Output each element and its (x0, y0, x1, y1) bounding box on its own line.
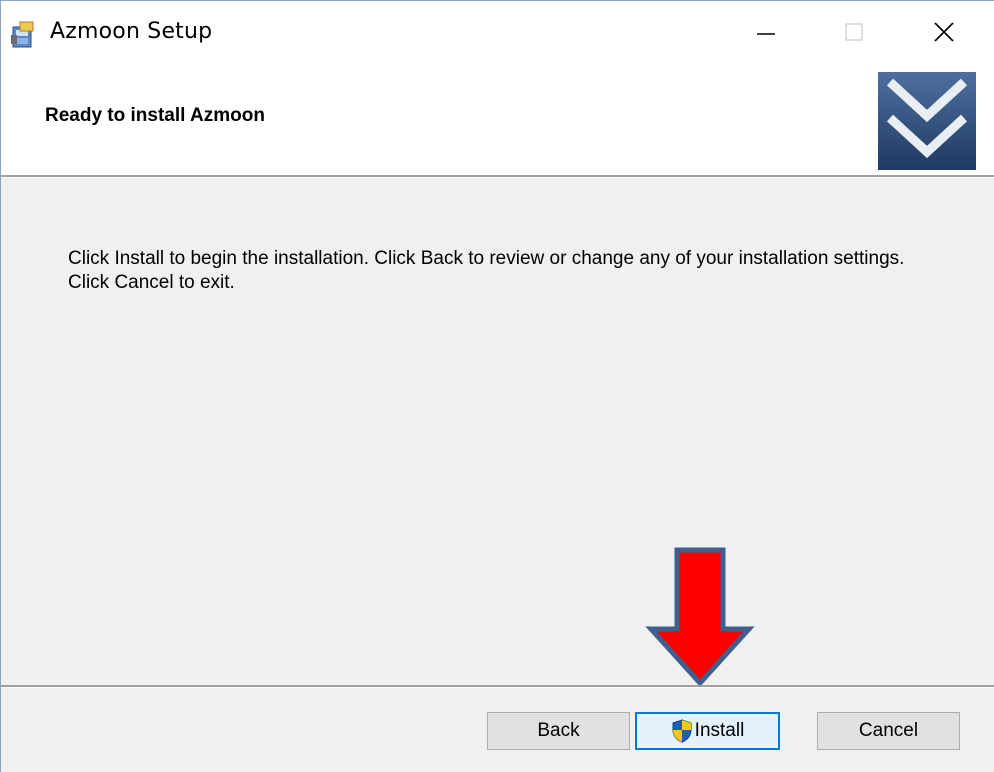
install-button-label: Install (694, 720, 745, 741)
header-banner: Ready to install Azmoon (1, 63, 994, 175)
maximize-button (819, 1, 889, 63)
back-button-label: Back (537, 720, 580, 741)
close-icon (933, 21, 955, 43)
footer-divider (1, 685, 994, 688)
install-button[interactable]: Install (635, 712, 780, 750)
header-divider (1, 175, 994, 178)
cancel-button-label: Cancel (858, 720, 919, 741)
close-button[interactable] (909, 1, 979, 63)
title-bar[interactable]: Azmoon Setup (1, 1, 994, 63)
minimize-button[interactable] (731, 1, 801, 63)
window-title: Azmoon Setup (50, 19, 213, 44)
page-title: Ready to install Azmoon (45, 105, 265, 126)
red-arrow-down-icon (645, 547, 755, 687)
setup-window: Azmoon Setup Ready to install Azmoon Cli… (0, 0, 994, 772)
instructions-text: Click Install to begin the installation.… (68, 248, 905, 293)
cancel-button[interactable]: Cancel (817, 712, 960, 750)
uac-shield-icon (671, 719, 693, 743)
maximize-icon (844, 22, 864, 42)
double-chevron-down-icon (878, 72, 976, 170)
back-button[interactable]: Back (487, 712, 630, 750)
installer-package-icon (10, 21, 36, 49)
minimize-icon (756, 22, 776, 42)
